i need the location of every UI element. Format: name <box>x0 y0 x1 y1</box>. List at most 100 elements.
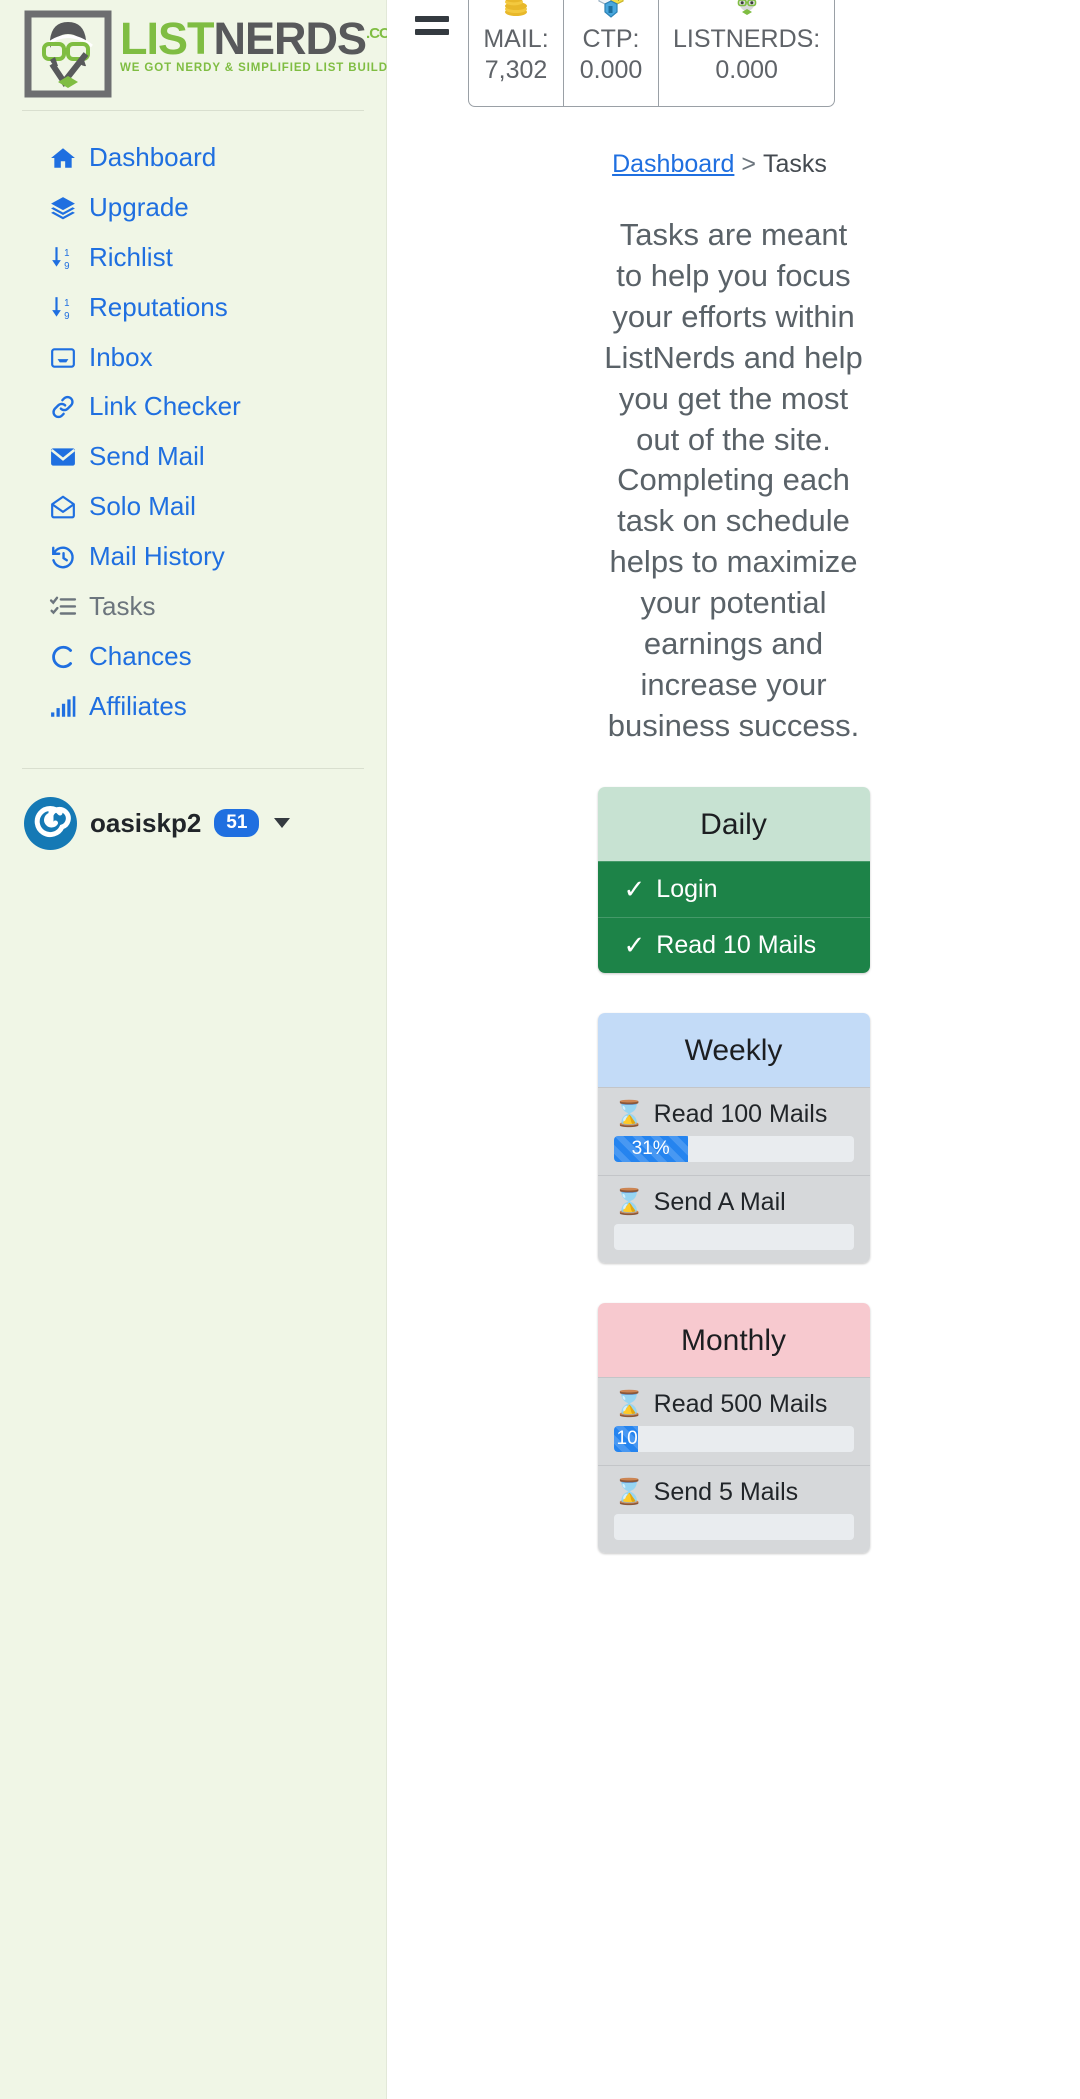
task-row[interactable]: ⌛ Send A Mail <box>597 1174 870 1263</box>
main-content: MAIL: 7,302 $ CTP: 0.000 <box>387 0 1080 2099</box>
sidebar-item-label: Affiliates <box>89 690 187 721</box>
username-label: oasiskp2 <box>90 807 202 838</box>
sidebar-item-dashboard[interactable]: Dashboard <box>0 133 386 183</box>
task-label: Send 5 Mails <box>653 1477 799 1506</box>
sidebar-item-send-mail[interactable]: Send Mail <box>0 432 386 482</box>
svg-text:1: 1 <box>64 248 69 259</box>
circle-c-icon <box>48 643 78 671</box>
hamburger-bar <box>415 29 449 35</box>
sidebar-item-chances[interactable]: Chances <box>0 632 386 682</box>
task-progress-track <box>613 1513 854 1540</box>
power-spiral-avatar-icon <box>24 796 77 850</box>
task-progress-track: 31% <box>613 1135 854 1162</box>
sort-numeric-icon: 1 9 <box>48 244 78 272</box>
chevron-down-icon[interactable] <box>274 818 291 829</box>
user-level-badge: 51 <box>214 809 260 838</box>
breadcrumb-separator: > <box>741 150 756 178</box>
task-label: Send A Mail <box>653 1187 786 1216</box>
signal-bars-icon <box>48 693 78 721</box>
task-label: Login <box>656 874 718 903</box>
sidebar-item-upgrade[interactable]: Upgrade <box>0 183 386 233</box>
envelope-solid-icon <box>48 443 78 471</box>
tasks-checklist-icon <box>48 593 78 621</box>
brand-logo[interactable]: LISTNERDS.COM WE GOT NERDY & SIMPLIFIED … <box>0 0 418 98</box>
stat-value: 0.000 <box>579 56 643 85</box>
task-progress-track <box>613 1223 854 1250</box>
home-icon <box>48 144 78 172</box>
stat-ctp[interactable]: $ CTP: 0.000 <box>564 0 659 106</box>
user-menu[interactable]: oasiskp2 51 <box>0 769 386 850</box>
sidebar-item-label: Upgrade <box>89 191 189 222</box>
task-label-row: ⌛ Read 500 Mails <box>614 1390 854 1419</box>
stat-label: LISTNERDS: <box>673 25 821 53</box>
sidebar-item-label: Dashboard <box>89 142 217 172</box>
task-cards: Daily ✓ Login ✓ Read 10 Mails Weekly ⌛ R… <box>387 786 1080 1553</box>
sidebar-item-reputations[interactable]: 1 9 Reputations <box>0 283 386 333</box>
link-icon <box>48 393 78 421</box>
stat-listnerds[interactable]: LISTNERDS: 0.000 <box>659 0 834 106</box>
breadcrumb-dashboard-link[interactable]: Dashboard <box>612 150 734 178</box>
task-progress-bar: 31% <box>613 1135 688 1162</box>
stat-label: MAIL: <box>483 25 549 53</box>
task-label: Read 100 Mails <box>653 1099 828 1128</box>
task-card-monthly: Monthly ⌛ Read 500 Mails 10. ⌛ Send 5 Ma… <box>597 1302 870 1553</box>
sidebar-item-label: Inbox <box>89 341 153 372</box>
stats-panel: MAIL: 7,302 $ CTP: 0.000 <box>468 0 836 107</box>
check-icon: ✓ <box>623 930 646 961</box>
task-row[interactable]: ✓ Login <box>597 860 870 917</box>
page-root: LISTNERDS.COM WE GOT NERDY & SIMPLIFIED … <box>0 0 1080 2099</box>
nerd-face-logo-icon <box>22 10 114 102</box>
breadcrumb: Dashboard > Tasks <box>359 108 1080 179</box>
task-card-weekly: Weekly ⌛ Read 100 Mails 31% ⌛ Send A Mai… <box>597 1012 870 1263</box>
task-row[interactable]: ⌛ Read 500 Mails 10. <box>597 1376 870 1465</box>
task-label: Read 10 Mails <box>656 930 817 959</box>
sidebar-item-inbox[interactable]: Inbox <box>0 333 386 383</box>
inbox-icon <box>48 344 78 372</box>
brand-tagline: WE GOT NERDY & SIMPLIFIED LIST BUILDERS! <box>120 62 420 74</box>
task-label: Read 500 Mails <box>653 1389 828 1418</box>
card-title: Monthly <box>597 1302 870 1377</box>
sidebar-item-mail-history[interactable]: Mail History <box>0 532 386 582</box>
svg-text:9: 9 <box>64 310 69 320</box>
brand-list: LIST <box>120 13 214 64</box>
brand-nerds: NERDS <box>213 13 368 64</box>
breadcrumb-current: Tasks <box>763 150 827 178</box>
sidebar-item-solo-mail[interactable]: Solo Mail <box>0 482 386 532</box>
coins-icon <box>499 0 533 24</box>
stat-value: 0.000 <box>715 56 778 85</box>
task-progress-bar: 10. <box>613 1425 638 1452</box>
brand-title: LISTNERDS.COM <box>120 16 419 61</box>
ctp-token-icon: $ <box>594 0 628 24</box>
sidebar-item-link-checker[interactable]: Link Checker <box>0 382 386 432</box>
sidebar-item-label: Link Checker <box>89 391 241 422</box>
sidebar-item-affiliates[interactable]: Affiliates <box>0 682 386 732</box>
task-row[interactable]: ⌛ Send 5 Mails <box>597 1464 870 1553</box>
stat-mail[interactable]: MAIL: 7,302 <box>469 0 564 106</box>
sidebar: LISTNERDS.COM WE GOT NERDY & SIMPLIFIED … <box>0 0 418 2099</box>
task-row[interactable]: ✓ Read 10 Mails <box>597 916 870 973</box>
card-title: Daily <box>597 786 870 861</box>
hamburger-menu-icon[interactable] <box>401 0 463 35</box>
hourglass-icon: ⌛ <box>613 1187 645 1216</box>
task-label-row: ⌛ Send A Mail <box>614 1188 854 1217</box>
card-title: Weekly <box>597 1012 870 1087</box>
hourglass-icon: ⌛ <box>613 1099 645 1128</box>
sidebar-nav: Dashboard Upgrade 1 9 Richlist 1 9 Reput… <box>0 111 386 732</box>
stat-value: 7,302 <box>484 56 548 85</box>
stat-label: CTP: <box>582 25 640 53</box>
sidebar-item-label: Chances <box>89 640 192 671</box>
task-row[interactable]: ⌛ Read 100 Mails 31% <box>597 1086 870 1175</box>
brand-wordmark: LISTNERDS.COM WE GOT NERDY & SIMPLIFIED … <box>120 10 419 75</box>
sidebar-item-label: Mail History <box>89 541 225 572</box>
svg-text:$: $ <box>616 0 621 2</box>
tasks-intro-text: Tasks are meant to help you focus your e… <box>604 217 863 743</box>
sidebar-item-richlist[interactable]: 1 9 Richlist <box>0 233 386 283</box>
sidebar-item-label: Solo Mail <box>89 491 196 522</box>
history-icon <box>48 543 78 571</box>
hourglass-icon: ⌛ <box>613 1389 645 1418</box>
sidebar-item-tasks[interactable]: Tasks <box>0 582 386 632</box>
nerd-face-icon <box>730 0 764 24</box>
sidebar-item-label: Tasks <box>89 591 156 622</box>
svg-text:1: 1 <box>64 297 69 308</box>
task-card-daily: Daily ✓ Login ✓ Read 10 Mails <box>597 786 870 973</box>
